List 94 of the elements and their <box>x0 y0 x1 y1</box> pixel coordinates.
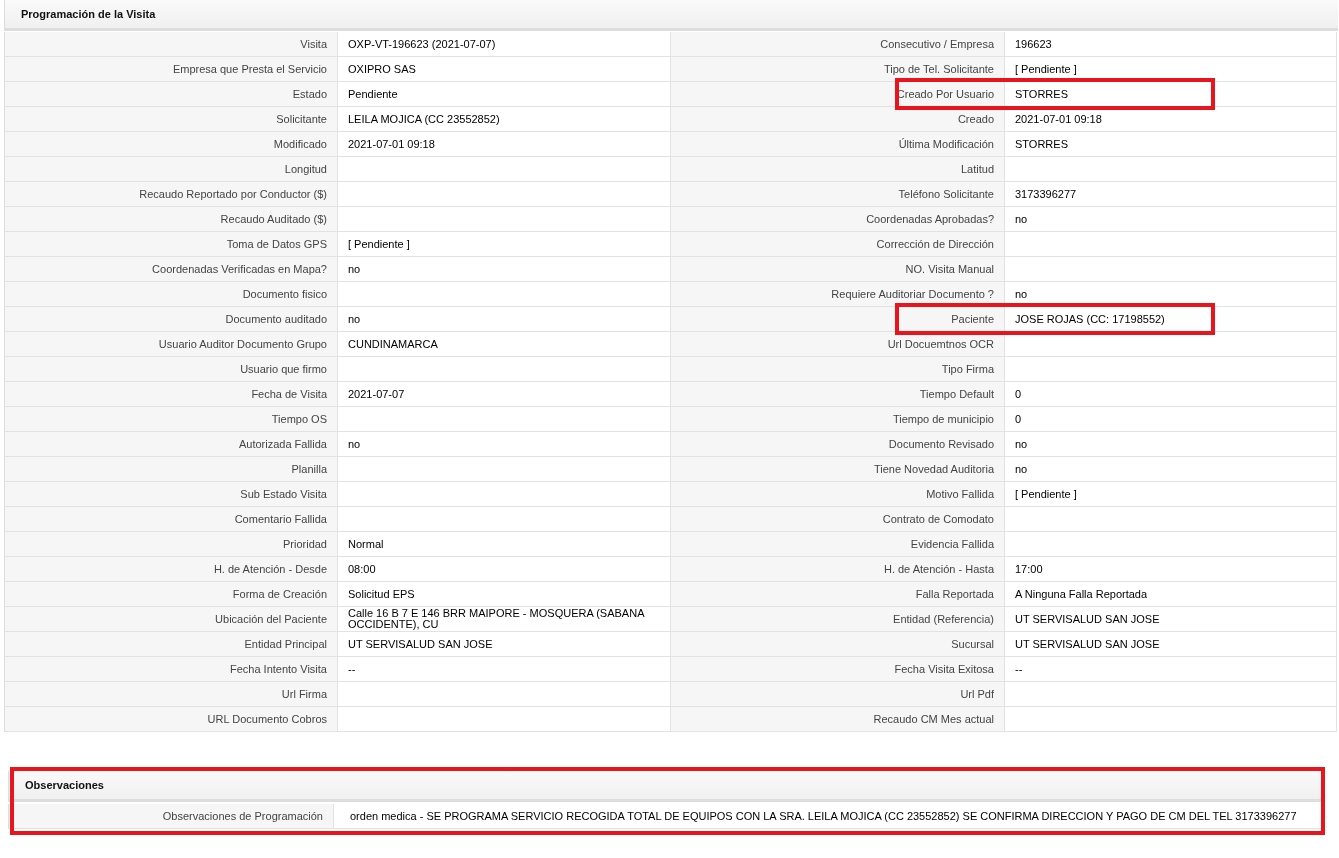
field-label: Consecutivo / Empresa <box>671 32 1005 57</box>
field-value: [ Pendiente ] <box>1015 488 1077 500</box>
field-value: JOSE ROJAS (CC: 17198552) <box>1015 313 1165 325</box>
field-value: UT SERVISALUD SAN JOSE <box>1015 613 1160 625</box>
section-header: Programación de la Visita <box>4 0 1338 31</box>
field-label: Planilla <box>5 457 338 482</box>
field-value: [ Pendiente ] <box>1015 63 1077 75</box>
field-label: Tipo de Tel. Solicitante <box>671 57 1005 82</box>
field-value: no <box>1015 463 1028 475</box>
field-label: Forma de Creación <box>5 582 338 607</box>
field-label: Última Modificación <box>671 132 1005 157</box>
field-label: Url Pdf <box>671 682 1005 707</box>
field-label: Prioridad <box>5 532 338 557</box>
field-label: Creado <box>671 107 1005 132</box>
field-value: orden medica - SE PROGRAMA SERVICIO RECOGIDA TOTAL DE EQUIPOS CON LA SRA. LEILA MOJICA (CC 23552852) SE CONFIRMA DIRECCION Y PAGO DE CM DEL TEL 3173396277 <box>350 810 1297 822</box>
field-label: Comentario Fallida <box>5 507 338 532</box>
field-value: 196623 <box>1015 38 1052 50</box>
field-label: Url Docuemtnos OCR <box>671 332 1005 357</box>
field-value: OXIPRO SAS <box>348 63 416 75</box>
field-value: no <box>348 438 361 450</box>
field-label: Ubicación del Paciente <box>5 607 338 632</box>
field-label: Sucursal <box>671 632 1005 657</box>
field-value: STORRES <box>1015 138 1068 150</box>
field-label: Fecha Visita Exitosa <box>671 657 1005 682</box>
field-value: -- <box>1015 663 1023 675</box>
field-label: Motivo Fallida <box>671 482 1005 507</box>
field-value: 2021-07-07 <box>348 388 405 400</box>
field-label: Entidad (Referencia) <box>671 607 1005 632</box>
field-label: Paciente <box>671 307 1005 332</box>
field-label: Documento auditado <box>5 307 338 332</box>
field-label: Tiempo de municipio <box>671 407 1005 432</box>
field-label: Tiene Novedad Auditoria <box>671 457 1005 482</box>
field-value: CUNDINAMARCA <box>348 338 438 350</box>
field-label: Recaudo Reportado por Conductor ($) <box>5 182 338 207</box>
field-value: 08:00 <box>348 563 376 575</box>
field-value: Calle 16 B 7 E 146 BRR MAIPORE - MOSQUERA (SABANA OCCIDENTE), CU <box>348 608 646 630</box>
field-label: Tiempo Default <box>671 382 1005 407</box>
field-value: 2021-07-01 09:18 <box>1015 113 1102 125</box>
field-value: Pendiente <box>348 88 398 100</box>
field-label: Teléfono Solicitante <box>671 182 1005 207</box>
field-label: Evidencia Fallida <box>671 532 1005 557</box>
field-label: NO. Visita Manual <box>671 257 1005 282</box>
field-label: Fecha Intento Visita <box>5 657 338 682</box>
field-value: 0 <box>1015 413 1022 425</box>
field-value: 17:00 <box>1015 563 1043 575</box>
field-value: 0 <box>1015 388 1022 400</box>
field-label: Recaudo CM Mes actual <box>671 707 1005 732</box>
field-value: no <box>348 313 361 325</box>
field-value: LEILA MOJICA (CC 23552852) <box>348 113 500 125</box>
field-value: Normal <box>348 538 384 550</box>
field-value: A Ninguna Falla Reportada <box>1015 588 1148 600</box>
field-label: H. de Atención - Hasta <box>671 557 1005 582</box>
field-label: Sub Estado Visita <box>5 482 338 507</box>
field-label: Falla Reportada <box>671 582 1005 607</box>
field-label: Estado <box>5 82 338 107</box>
field-value: -- <box>348 663 356 675</box>
field-label: Visita <box>5 32 338 57</box>
field-label: Documento Revisado <box>671 432 1005 457</box>
field-value: Solicitud EPS <box>348 588 415 600</box>
field-value: 2021-07-01 09:18 <box>348 138 435 150</box>
field-label: Usuario Auditor Documento Grupo <box>5 332 338 357</box>
field-value: STORRES <box>1015 88 1068 100</box>
field-value: no <box>1015 438 1028 450</box>
field-label: URL Documento Cobros <box>5 707 338 732</box>
field-label: Tipo Firma <box>671 357 1005 382</box>
field-label: Empresa que Presta el Servicio <box>5 57 338 82</box>
field-value: no <box>1015 288 1028 300</box>
field-label: Modificado <box>5 132 338 157</box>
field-label: Tiempo OS <box>5 407 338 432</box>
field-value: no <box>1015 213 1028 225</box>
field-label: Solicitante <box>5 107 338 132</box>
field-label: Latitud <box>671 157 1005 182</box>
field-label: H. de Atención - Desde <box>5 557 338 582</box>
field-label: Usuario que firmo <box>5 357 338 382</box>
field-label: Url Firma <box>5 682 338 707</box>
field-label: Documento fisico <box>5 282 338 307</box>
field-value: UT SERVISALUD SAN JOSE <box>1015 638 1160 650</box>
field-label: Entidad Principal <box>5 632 338 657</box>
field-value: [ Pendiente ] <box>348 238 410 250</box>
field-label: Longitud <box>5 157 338 182</box>
field-label: Autorizada Fallida <box>5 432 338 457</box>
field-value: OXP-VT-196623 (2021-07-07) <box>348 38 496 50</box>
field-label: Corrección de Dirección <box>671 232 1005 257</box>
field-value: no <box>348 263 361 275</box>
field-label: Fecha de Visita <box>5 382 338 407</box>
field-label: Recaudo Auditado ($) <box>5 207 338 232</box>
field-label: Coordenadas Aprobadas? <box>671 207 1005 232</box>
field-label: Coordenadas Verificadas en Mapa? <box>5 257 338 282</box>
field-value: UT SERVISALUD SAN JOSE <box>348 638 493 650</box>
field-label: Observaciones de Programación <box>9 804 334 829</box>
field-label: Contrato de Comodato <box>671 507 1005 532</box>
field-label: Toma de Datos GPS <box>5 232 338 257</box>
field-label: Requiere Auditoriar Documento ? <box>671 282 1005 307</box>
field-value: 3173396277 <box>1015 188 1077 200</box>
